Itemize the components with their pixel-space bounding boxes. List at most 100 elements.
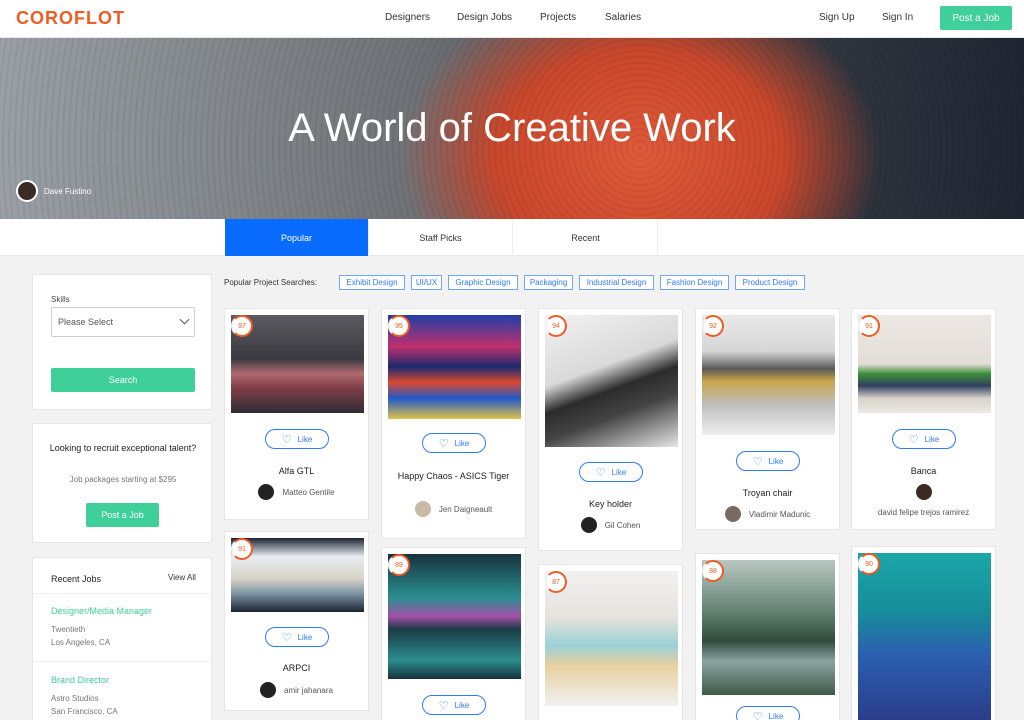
project-card[interactable]: 90 <box>851 546 996 720</box>
project-title[interactable]: ARPCI <box>225 663 368 673</box>
nav-projects[interactable]: Projects <box>540 12 576 23</box>
project-image[interactable] <box>545 315 678 447</box>
like-button[interactable]: ♡ Like <box>265 627 329 647</box>
like-button[interactable]: ♡ Like <box>422 433 486 453</box>
project-author-avatar[interactable] <box>852 484 995 500</box>
chip-fashion-design[interactable]: Fashion Design <box>660 275 729 290</box>
sign-in-link[interactable]: Sign In <box>882 12 913 23</box>
project-image[interactable] <box>858 553 991 720</box>
project-author[interactable]: amir jahanara <box>225 682 368 698</box>
chip-graphic-design[interactable]: Graphic Design <box>448 275 518 290</box>
tab-staff-picks[interactable]: Staff Picks <box>369 219 513 256</box>
avatar <box>915 484 932 500</box>
top-navigation-bar: COROFLOT Designers Design Jobs Projects … <box>0 0 1024 38</box>
nav-designers[interactable]: Designers <box>385 12 430 23</box>
like-button[interactable]: ♡ Like <box>265 429 329 449</box>
project-author[interactable]: Jen Daigneault <box>382 501 525 517</box>
coroflot-logo[interactable]: COROFLOT <box>16 8 125 29</box>
project-author[interactable]: Vladimir Madunic <box>696 506 839 522</box>
score-badge: 89 <box>388 554 410 576</box>
tabs-bar: Popular Staff Picks Recent <box>0 219 1024 256</box>
skills-label: Skills <box>51 295 70 304</box>
view-all-link[interactable]: View All <box>168 573 196 582</box>
project-title[interactable]: Alfa GTL <box>225 466 368 476</box>
job-title-link[interactable]: Brand Director <box>51 675 109 685</box>
sign-up-link[interactable]: Sign Up <box>819 12 855 23</box>
heart-icon: ♡ <box>752 710 763 720</box>
hero-title: A World of Creative Work <box>288 106 736 150</box>
skills-select[interactable]: Please Select <box>51 307 195 337</box>
chip-product-design[interactable]: Product Design <box>735 275 805 290</box>
avatar <box>580 517 597 533</box>
skills-select-value: Please Select <box>58 317 114 327</box>
like-button[interactable]: ♡ Like <box>736 451 800 471</box>
job-company: Twentieth <box>51 625 86 634</box>
score-badge: 97 <box>231 315 253 337</box>
chip-exhibit-design[interactable]: Exhibit Design <box>339 275 405 290</box>
project-card[interactable]: 97 ♡ Like Alfa GTL Matteo Gentile <box>224 308 369 520</box>
recruit-card: Looking to recruit exceptional talent? J… <box>32 423 212 543</box>
tab-recent[interactable]: Recent <box>514 219 658 256</box>
heart-icon: ♡ <box>281 631 292 644</box>
project-image[interactable] <box>702 560 835 695</box>
like-button[interactable]: ♡ Like <box>892 429 956 449</box>
project-card[interactable]: 92 ♡ Like Troyan chair Vladimir Madunic <box>695 308 840 530</box>
like-button[interactable]: ♡ Like <box>422 695 486 715</box>
project-title[interactable]: Troyan chair <box>696 488 839 498</box>
chevron-down-icon <box>179 314 190 325</box>
project-title[interactable]: Banca <box>852 466 995 476</box>
search-button[interactable]: Search <box>51 368 195 392</box>
score-badge: 92 <box>702 315 724 337</box>
nav-salaries[interactable]: Salaries <box>605 12 641 23</box>
project-image[interactable] <box>388 554 521 679</box>
chip-industrial-design[interactable]: Industrial Design <box>579 275 654 290</box>
score-badge: 95 <box>388 315 410 337</box>
heart-icon: ♡ <box>908 433 919 446</box>
avatar <box>414 501 431 517</box>
heart-icon: ♡ <box>595 466 606 479</box>
project-card[interactable]: 94 ♡ Like Key holder Gil Cohen <box>538 308 683 551</box>
score-badge: 90 <box>858 553 880 575</box>
like-button[interactable]: ♡ Like <box>736 706 800 720</box>
list-item[interactable]: Brand Director Astro Studios San Francis… <box>33 661 213 720</box>
recruit-post-job-button[interactable]: Post a Job <box>86 503 159 527</box>
nav-design-jobs[interactable]: Design Jobs <box>457 12 512 23</box>
job-location: San Francisco, CA <box>51 707 118 716</box>
tab-popular[interactable]: Popular <box>225 219 369 256</box>
heart-icon: ♡ <box>438 437 449 450</box>
project-author[interactable]: Matteo Gentile <box>225 484 368 500</box>
list-item[interactable]: Designer/Media Manager Twentieth Los Ang… <box>33 593 213 660</box>
popular-searches-label: Popular Project Searches: <box>224 278 317 287</box>
project-card[interactable]: 88 ♡ Like <box>695 553 840 720</box>
project-title[interactable]: Key holder <box>539 499 682 509</box>
chip-packaging[interactable]: Packaging <box>524 275 573 290</box>
project-author[interactable]: david felipe trejos ramirez <box>852 508 995 517</box>
hero-credit-name: Dave Fustino <box>44 186 92 196</box>
project-card[interactable]: 87 <box>538 564 683 720</box>
hero-credit[interactable]: Dave Fustino <box>16 180 91 202</box>
project-author[interactable]: Gil Cohen <box>539 517 682 533</box>
project-card[interactable]: 95 ♡ Like Happy Chaos - ASICS Tiger Jen D… <box>381 308 526 539</box>
recent-jobs-card: Recent Jobs View All Designer/Media Mana… <box>32 557 213 720</box>
heart-icon: ♡ <box>438 699 449 712</box>
project-card[interactable]: 91 ♡ Like ARPCI amir jahanara <box>224 531 369 711</box>
score-badge: 91 <box>858 315 880 337</box>
post-a-job-button[interactable]: Post a Job <box>940 6 1012 30</box>
project-image[interactable] <box>702 315 835 435</box>
score-badge: 91 <box>231 538 253 560</box>
job-title-link[interactable]: Designer/Media Manager <box>51 606 152 616</box>
avatar <box>258 484 275 500</box>
score-badge: 88 <box>702 560 724 582</box>
like-button[interactable]: ♡ Like <box>579 462 643 482</box>
avatar <box>260 682 277 698</box>
heart-icon: ♡ <box>281 433 292 446</box>
job-location: Los Angeles, CA <box>51 638 111 647</box>
heart-icon: ♡ <box>752 455 763 468</box>
project-card[interactable]: 89 ♡ Like <box>381 547 526 720</box>
project-title[interactable]: Happy Chaos - ASICS Tiger <box>382 470 525 482</box>
score-badge: 94 <box>545 315 567 337</box>
chip-ui-ux[interactable]: UI/UX <box>411 275 442 290</box>
project-image[interactable] <box>545 571 678 706</box>
avatar <box>724 506 741 522</box>
project-card[interactable]: 91 ♡ Like Banca david felipe trejos ramir… <box>851 308 996 530</box>
